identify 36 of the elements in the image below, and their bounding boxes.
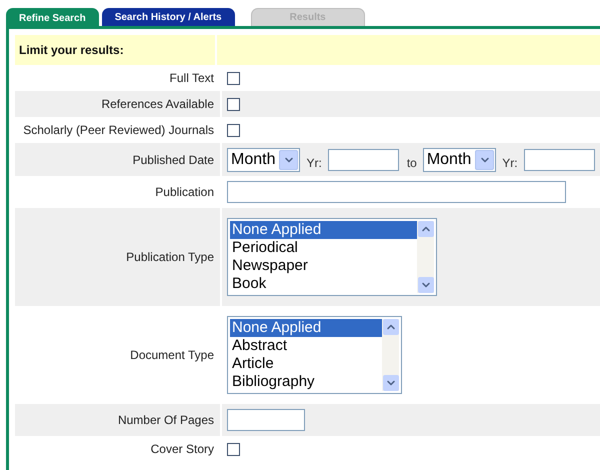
scroll-down-icon[interactable]: [382, 375, 398, 391]
listbox[interactable]: None Applied Periodical Newspaper Book: [227, 218, 437, 296]
year-field[interactable]: [524, 148, 595, 170]
scroll-up-icon[interactable]: [382, 319, 398, 335]
text-field[interactable]: [227, 409, 305, 431]
scroll-down-icon[interactable]: [418, 277, 434, 293]
scroll-up-icon[interactable]: [418, 221, 434, 237]
scrollbar[interactable]: [417, 221, 434, 293]
year-label: Yr:: [502, 156, 518, 170]
field-label: References Available: [15, 91, 220, 117]
to-label: to: [406, 156, 417, 170]
field-label: Number Of Pages: [15, 404, 220, 436]
month-select[interactable]: Month: [227, 148, 300, 172]
scrollbar[interactable]: [382, 319, 399, 391]
field-label: Publication Type: [15, 208, 220, 306]
list-option[interactable]: Periodical: [230, 239, 417, 257]
list-option[interactable]: Article: [230, 355, 382, 373]
text-field[interactable]: [227, 181, 566, 203]
year-field[interactable]: [328, 148, 399, 170]
section-heading: Limit your results:: [15, 35, 215, 65]
checkbox[interactable]: [227, 442, 240, 456]
listbox[interactable]: None Applied Abstract Article Bibliography: [227, 316, 402, 394]
list-option[interactable]: Abstract: [230, 337, 382, 355]
field-label: Published Date: [15, 143, 220, 176]
list-option[interactable]: Bibliography: [230, 373, 382, 391]
year-label: Yr:: [306, 156, 322, 170]
checkbox[interactable]: [227, 124, 240, 136]
month-select[interactable]: Month: [422, 148, 496, 172]
list-option[interactable]: Book: [230, 275, 417, 293]
list-option[interactable]: None Applied: [230, 221, 417, 239]
tab[interactable]: Refine Search: [6, 8, 99, 28]
checkbox[interactable]: [227, 72, 240, 84]
list-option[interactable]: Newspaper: [230, 257, 417, 275]
checkbox[interactable]: [227, 98, 240, 110]
list-option[interactable]: None Applied: [230, 319, 382, 337]
tab[interactable]: Search History / Alerts: [102, 8, 235, 26]
